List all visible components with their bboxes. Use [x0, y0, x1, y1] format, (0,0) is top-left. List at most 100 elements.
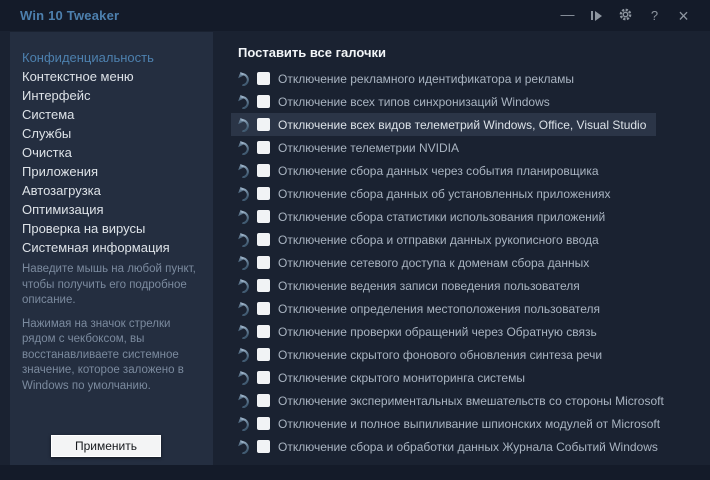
tweak-checkbox[interactable] — [257, 118, 270, 131]
sidebar-item-autostart[interactable]: Автозагрузка — [10, 181, 213, 200]
tweak-row[interactable]: Отключение сбора и обработки данных Журн… — [231, 435, 668, 458]
tweak-label: Отключение ведения записи поведения поль… — [278, 279, 580, 293]
restore-default-arrow-icon[interactable] — [237, 439, 250, 454]
tweak-row[interactable]: Отключение сетевого доступа к доменам сб… — [231, 251, 599, 274]
tweak-row[interactable]: Отключение скрытого фонового обновления … — [231, 343, 612, 366]
tweak-checkbox[interactable] — [257, 256, 270, 269]
window-title: Win 10 Tweaker — [20, 8, 119, 23]
tweak-label: Отключение всех типов синхронизаций Wind… — [278, 95, 550, 109]
restore-default-arrow-icon[interactable] — [237, 71, 250, 86]
tweak-row[interactable]: Отключение ведения записи поведения поль… — [231, 274, 590, 297]
apply-button[interactable]: Применить — [51, 435, 161, 457]
tweak-row[interactable]: Отключение скрытого мониторинга системы — [231, 366, 535, 389]
restore-default-arrow-icon[interactable] — [237, 186, 250, 201]
sidebar-item-interface[interactable]: Интерфейс — [10, 86, 213, 105]
tweak-row[interactable]: Отключение всех типов синхронизаций Wind… — [231, 90, 560, 113]
tweak-checkbox[interactable] — [257, 72, 270, 85]
settings-button[interactable] — [611, 3, 640, 29]
restore-default-arrow-icon[interactable] — [237, 324, 250, 339]
tweak-label: Отключение телеметрии NVIDIA — [278, 141, 459, 155]
tweak-label: Отключение сбора статистики использовани… — [278, 210, 605, 224]
sidebar-nav: КонфиденциальностьКонтекстное менюИнтерф… — [10, 32, 213, 257]
tweak-label: Отключение проверки обращений через Обра… — [278, 325, 597, 339]
restore-default-arrow-icon[interactable] — [237, 416, 250, 431]
tweak-label: Отключение сбора и обработки данных Журн… — [278, 440, 658, 454]
window-controls: —? × — [553, 3, 698, 29]
tweak-label: Отключение сетевого доступа к доменам сб… — [278, 256, 589, 270]
tweak-row[interactable]: Отключение сбора статистики использовани… — [231, 205, 615, 228]
restore-default-arrow-icon[interactable] — [237, 301, 250, 316]
tweak-checkbox[interactable] — [257, 141, 270, 154]
content-area: КонфиденциальностьКонтекстное менюИнтерф… — [0, 31, 710, 465]
tweak-row[interactable]: Отключение проверки обращений через Обра… — [231, 320, 607, 343]
titlebar: Win 10 Tweaker —? × — [0, 0, 710, 32]
minimize-button[interactable]: — — [553, 3, 582, 29]
close-button[interactable]: × — [669, 3, 698, 29]
tweak-checkbox[interactable] — [257, 325, 270, 338]
app-window: Win 10 Tweaker —? × КонфиденциальностьКон… — [0, 0, 710, 480]
tweak-row[interactable]: Отключение и полное выпиливание шпионски… — [231, 412, 670, 435]
tweak-checkbox[interactable] — [257, 210, 270, 223]
tweak-label: Отключение сбора данных об установленных… — [278, 187, 610, 201]
restore-default-arrow-icon[interactable] — [237, 163, 250, 178]
sidebar-item-virus-check[interactable]: Проверка на вирусы — [10, 219, 213, 238]
sidebar-item-services[interactable]: Службы — [10, 124, 213, 143]
sidebar-hint-restore: Нажимая на значок стрелки рядом с чекбок… — [22, 317, 203, 395]
tweak-checkbox[interactable] — [257, 440, 270, 453]
sidebar-item-privacy[interactable]: Конфиденциальность — [10, 48, 213, 67]
sidebar-item-apps[interactable]: Приложения — [10, 162, 213, 181]
restore-default-arrow-icon[interactable] — [237, 117, 250, 132]
tweak-label: Отключение всех видов телеметрий Windows… — [278, 118, 646, 132]
tweak-label: Отключение определения местоположения по… — [278, 302, 600, 316]
close-icon: × — [678, 7, 689, 25]
tweak-row[interactable]: Отключение сбора и отправки данных рукоп… — [231, 228, 609, 251]
sidebar-item-context-menu[interactable]: Контекстное меню — [10, 67, 213, 86]
restore-default-arrow-icon[interactable] — [237, 140, 250, 155]
sidebar-hint-hover: Наведите мышь на любой пункт, чтобы полу… — [22, 262, 203, 309]
tweak-checkbox[interactable] — [257, 187, 270, 200]
tweak-label: Отключение рекламного идентификатора и р… — [278, 72, 574, 86]
restore-default-arrow-icon[interactable] — [237, 209, 250, 224]
restore-default-arrow-icon[interactable] — [237, 347, 250, 362]
tweak-checkbox[interactable] — [257, 302, 270, 315]
sidebar-item-optimization[interactable]: Оптимизация — [10, 200, 213, 219]
tweak-label: Отключение скрытого мониторинга системы — [278, 371, 525, 385]
sidebar-item-cleanup[interactable]: Очистка — [10, 143, 213, 162]
tweak-label: Отключение сбора данных через события пл… — [278, 164, 599, 178]
minimize-icon: — — [561, 7, 575, 21]
tweak-row[interactable]: Отключение экспериментальных вмешательст… — [231, 389, 674, 412]
gear-icon — [619, 8, 632, 23]
tweak-checkbox[interactable] — [257, 95, 270, 108]
tweak-row[interactable]: Отключение сбора данных через события пл… — [231, 159, 609, 182]
run-button[interactable] — [582, 3, 611, 29]
tweak-checkbox[interactable] — [257, 394, 270, 407]
tweak-checkbox[interactable] — [257, 417, 270, 430]
tweak-row[interactable]: Отключение сбора данных об установленных… — [231, 182, 620, 205]
tweak-checkbox[interactable] — [257, 348, 270, 361]
help-icon: ? — [651, 9, 658, 22]
tweak-checkbox[interactable] — [257, 233, 270, 246]
restore-default-arrow-icon[interactable] — [237, 255, 250, 270]
tweak-row[interactable]: Отключение рекламного идентификатора и р… — [231, 67, 584, 90]
tweak-label: Отключение и полное выпиливание шпионски… — [278, 417, 660, 431]
sidebar-item-system[interactable]: Система — [10, 105, 213, 124]
tweak-checkbox[interactable] — [257, 279, 270, 292]
tweak-row[interactable]: Отключение телеметрии NVIDIA — [231, 136, 469, 159]
help-button[interactable]: ? — [640, 3, 669, 29]
check-all-header[interactable]: Поставить все галочки — [238, 45, 386, 60]
restore-default-arrow-icon[interactable] — [237, 370, 250, 385]
tweak-row[interactable]: Отключение всех видов телеметрий Windows… — [231, 113, 656, 136]
restore-default-arrow-icon[interactable] — [237, 393, 250, 408]
bottom-strip — [0, 465, 710, 480]
tweak-label: Отключение скрытого фонового обновления … — [278, 348, 602, 362]
main-panel: Поставить все галочки Отключение рекламн… — [225, 31, 710, 465]
tweak-row[interactable]: Отключение определения местоположения по… — [231, 297, 610, 320]
restore-default-arrow-icon[interactable] — [237, 94, 250, 109]
sidebar-item-system-info[interactable]: Системная информация — [10, 238, 213, 257]
play-icon — [591, 11, 602, 21]
tweak-label: Отключение сбора и отправки данных рукоп… — [278, 233, 599, 247]
tweak-checkbox[interactable] — [257, 371, 270, 384]
tweak-checkbox[interactable] — [257, 164, 270, 177]
restore-default-arrow-icon[interactable] — [237, 278, 250, 293]
restore-default-arrow-icon[interactable] — [237, 232, 250, 247]
